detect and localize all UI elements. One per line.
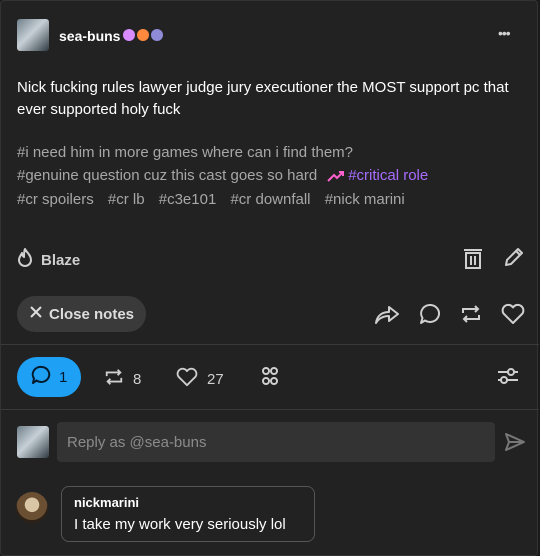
edit-button[interactable] bbox=[503, 246, 525, 268]
badge-2 bbox=[137, 29, 149, 41]
tag[interactable]: #genuine question cuz this cast goes so … bbox=[17, 164, 317, 188]
tag[interactable]: #cr downfall bbox=[230, 191, 310, 208]
speech-bubble-icon bbox=[420, 303, 440, 324]
badge-3 bbox=[151, 29, 163, 41]
communities-tab[interactable] bbox=[259, 365, 281, 387]
trash-icon bbox=[464, 249, 482, 269]
badge-1 bbox=[123, 29, 135, 41]
like-button[interactable] bbox=[500, 303, 526, 325]
filter-button[interactable] bbox=[496, 365, 520, 387]
share-icon bbox=[375, 306, 399, 324]
likes-tab[interactable]: 27 bbox=[175, 367, 224, 391]
reblog-icon bbox=[462, 305, 480, 323]
reblog-icon bbox=[103, 367, 125, 391]
my-avatar bbox=[17, 426, 49, 458]
reply-author[interactable]: nickmarini bbox=[74, 495, 302, 510]
pencil-icon bbox=[505, 248, 523, 266]
close-notes-button[interactable]: Close notes bbox=[17, 296, 147, 332]
speech-bubble-icon bbox=[31, 365, 53, 389]
reply-placeholder: Reply as @sea-buns bbox=[67, 433, 207, 451]
tag[interactable]: #cr lb bbox=[108, 191, 145, 208]
community-icon bbox=[262, 367, 278, 385]
tag[interactable]: #nick marini bbox=[325, 191, 405, 208]
heart-icon bbox=[175, 367, 199, 391]
tag-trending[interactable]: #critical role bbox=[348, 164, 428, 188]
heart-icon bbox=[501, 303, 525, 324]
author-badges bbox=[121, 29, 163, 41]
divider bbox=[1, 344, 539, 345]
commenter-avatar[interactable] bbox=[16, 492, 48, 524]
author-username[interactable]: sea-buns bbox=[59, 28, 120, 44]
flame-icon bbox=[15, 247, 35, 273]
author-avatar[interactable] bbox=[17, 19, 49, 51]
tag[interactable]: #cr spoilers bbox=[17, 191, 94, 208]
send-reply-button[interactable] bbox=[503, 431, 527, 453]
tag[interactable]: #c3e101 bbox=[159, 191, 217, 208]
reblogs-count: 8 bbox=[133, 370, 142, 388]
reply-note: nickmarini I take my work very seriously… bbox=[61, 486, 315, 542]
post-body: Nick fucking rules lawyer judge jury exe… bbox=[17, 79, 509, 118]
delete-button[interactable] bbox=[462, 246, 484, 270]
more-options-button[interactable]: ••• bbox=[498, 25, 511, 41]
likes-count: 27 bbox=[207, 370, 224, 388]
reply-input[interactable]: Reply as @sea-buns bbox=[57, 422, 495, 462]
reblogs-tab[interactable]: 8 bbox=[103, 367, 141, 391]
reblog-button[interactable] bbox=[459, 303, 483, 325]
send-icon bbox=[505, 433, 525, 451]
reply-text: I take my work very seriously lol bbox=[74, 516, 286, 533]
blaze-label: Blaze bbox=[41, 251, 81, 269]
tag-line-1[interactable]: #i need him in more games where can i fi… bbox=[17, 141, 353, 165]
tag[interactable]: #i need him in more games where can i fi… bbox=[17, 144, 353, 161]
reply-button[interactable] bbox=[419, 303, 443, 325]
share-button[interactable] bbox=[374, 303, 400, 325]
close-icon bbox=[29, 305, 43, 323]
trending-icon bbox=[327, 170, 345, 182]
replies-count: 1 bbox=[59, 368, 68, 386]
sliders-icon bbox=[498, 368, 518, 384]
blaze-button[interactable]: Blaze bbox=[15, 247, 80, 273]
post-card: sea-buns ••• Nick fucking rules lawyer j… bbox=[0, 0, 539, 556]
tag-line-3: #cr spoilers #cr lb #c3e101 #cr downfall… bbox=[17, 188, 415, 212]
close-notes-label: Close notes bbox=[49, 305, 135, 323]
replies-tab[interactable]: 1 bbox=[17, 357, 82, 397]
tag-line-2: #genuine question cuz this cast goes so … bbox=[17, 164, 428, 188]
divider bbox=[1, 409, 539, 410]
